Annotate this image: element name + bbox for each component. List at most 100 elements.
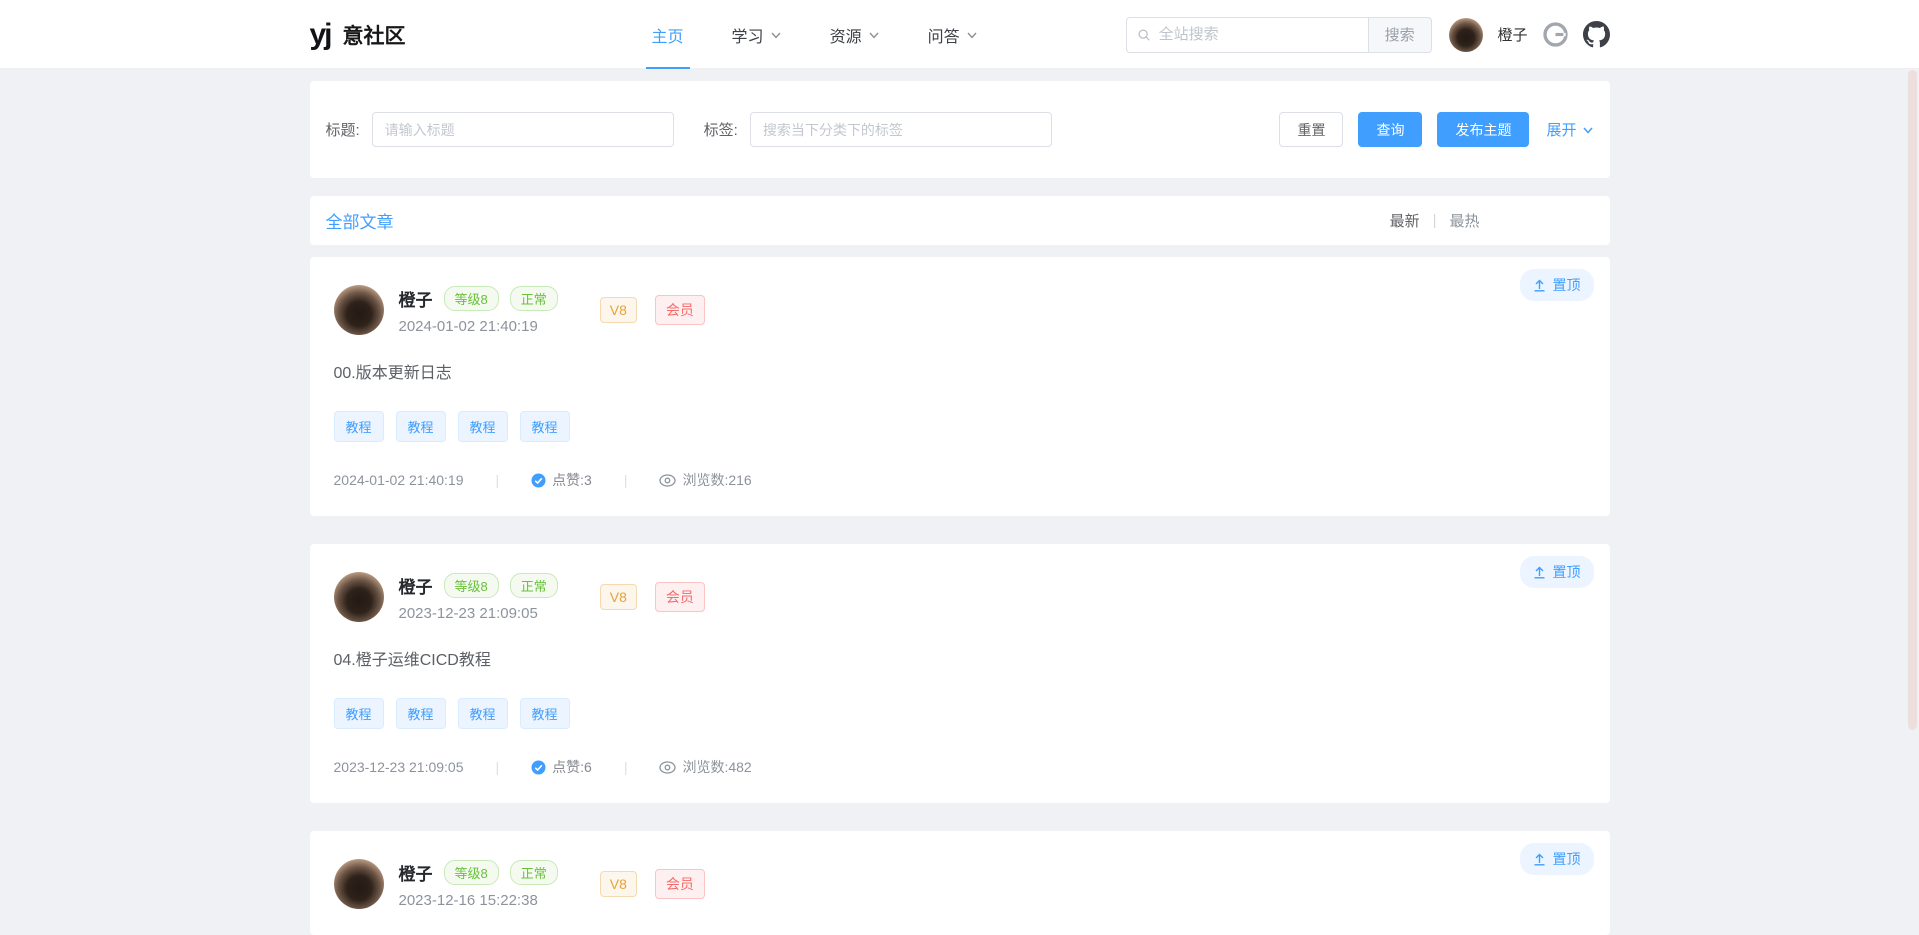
nav-item-qa[interactable]: 问答	[928, 0, 978, 69]
author-info: 橙子 等级8 正常 2023-12-23 21:09:05	[399, 573, 558, 622]
tag[interactable]: 教程	[458, 411, 508, 442]
author-avatar[interactable]	[334, 572, 384, 622]
status-badge: 正常	[510, 573, 558, 598]
sort-newest[interactable]: 最新	[1390, 210, 1420, 231]
pin-button[interactable]: 置顶	[1520, 556, 1594, 588]
pin-label: 置顶	[1553, 275, 1581, 295]
author-row: 橙子 等级8 正常 2023-12-23 21:09:05 V8 会员	[334, 572, 1586, 622]
article-card: 置顶 橙子 等级8 正常 2023-12-23 21:09:05 V8 会员 0…	[310, 544, 1610, 803]
author-name[interactable]: 橙子	[399, 286, 433, 311]
vip-badge: V8	[600, 584, 637, 610]
nav-item-learn[interactable]: 学习	[732, 0, 782, 69]
article-list-header: 全部文章 最新 | 最热	[310, 196, 1610, 245]
tag[interactable]: 教程	[334, 698, 384, 729]
meta-divider: |	[624, 759, 628, 775]
tag[interactable]: 教程	[396, 698, 446, 729]
reset-button[interactable]: 重置	[1279, 112, 1343, 147]
article-card: 置顶 橙子 等级8 正常 2023-12-16 15:22:38 V8 会员	[310, 831, 1610, 935]
author-name[interactable]: 橙子	[399, 860, 433, 885]
filter-actions: 重置 查询 发布主题 展开	[1279, 112, 1593, 147]
author-name[interactable]: 橙子	[399, 573, 433, 598]
level-badge: 等级8	[444, 286, 499, 311]
tag-filter-label: 标签:	[704, 119, 738, 140]
like-check-icon	[531, 473, 546, 488]
logo-icon: yj	[310, 20, 331, 50]
author-avatar[interactable]	[334, 285, 384, 335]
publish-topic-button[interactable]: 发布主题	[1437, 112, 1529, 147]
article-title[interactable]: 04.橙子运维CICD教程	[334, 646, 1586, 670]
page-scrollbar[interactable]	[1908, 70, 1917, 730]
article-card: 置顶 橙子 等级8 正常 2024-01-02 21:40:19 V8 会员 0…	[310, 257, 1610, 516]
tag[interactable]: 教程	[458, 698, 508, 729]
user-name[interactable]: 橙子	[1497, 24, 1527, 45]
likes-stat: 点赞:6	[531, 757, 592, 777]
post-datetime: 2023-12-16 15:22:38	[399, 892, 558, 909]
top-navigation-bar: yj 意社区 主页 学习 资源 问答	[0, 0, 1919, 69]
sort-controls: 最新 | 最热	[1390, 210, 1480, 231]
title-filter-input[interactable]	[372, 112, 674, 147]
pin-up-icon	[1533, 853, 1546, 866]
author-row: 橙子 等级8 正常 2024-01-02 21:40:19 V8 会员	[334, 285, 1586, 335]
expand-label: 展开	[1546, 119, 1576, 140]
nav-qa-label: 问答	[928, 23, 960, 47]
article-title[interactable]: 00.版本更新日志	[334, 359, 1586, 383]
author-info: 橙子 等级8 正常 2023-12-16 15:22:38	[399, 860, 558, 909]
meta-row: 2024-01-02 21:40:19 | 点赞:3 | 浏览数:216	[334, 470, 1586, 490]
member-badge: 会员	[655, 295, 705, 325]
tag[interactable]: 教程	[334, 411, 384, 442]
pin-button[interactable]: 置顶	[1520, 843, 1594, 875]
github-icon[interactable]	[1583, 21, 1610, 48]
site-logo[interactable]: yj 意社区	[310, 20, 406, 50]
level-badge: 等级8	[444, 573, 499, 598]
tag[interactable]: 教程	[520, 411, 570, 442]
tag-filter-input[interactable]	[750, 112, 1052, 147]
eye-icon	[659, 761, 676, 774]
meta-date: 2023-12-23 21:09:05	[334, 759, 464, 775]
pin-label: 置顶	[1553, 849, 1581, 869]
tag-filter-group: 标签:	[704, 112, 1052, 147]
filter-panel: 标题: 标签: 重置 查询 发布主题 展开	[310, 81, 1610, 178]
tag[interactable]: 教程	[520, 698, 570, 729]
search-button[interactable]: 搜索	[1368, 17, 1432, 53]
author-avatar[interactable]	[334, 859, 384, 909]
tag[interactable]: 教程	[396, 411, 446, 442]
chevron-down-icon	[868, 29, 880, 41]
sort-divider: |	[1433, 212, 1437, 229]
views-stat: 浏览数:482	[659, 757, 751, 777]
eye-icon	[659, 474, 676, 487]
title-filter-label: 标题:	[326, 119, 360, 140]
likes-label: 点赞:6	[552, 757, 592, 777]
global-search: 搜索	[1126, 17, 1432, 53]
user-avatar[interactable]	[1449, 18, 1483, 52]
nav-item-resources[interactable]: 资源	[830, 0, 880, 69]
all-articles-link[interactable]: 全部文章	[326, 208, 394, 233]
author-info: 橙子 等级8 正常 2024-01-02 21:40:19	[399, 286, 558, 335]
views-stat: 浏览数:216	[659, 470, 751, 490]
chevron-down-icon	[770, 29, 782, 41]
nav-item-home[interactable]: 主页	[652, 0, 684, 69]
vip-badge: V8	[600, 297, 637, 323]
chevron-down-icon	[966, 29, 978, 41]
chevron-down-icon	[1582, 124, 1594, 136]
user-area: 橙子	[1449, 18, 1609, 52]
pin-button[interactable]: 置顶	[1520, 269, 1594, 301]
pin-label: 置顶	[1553, 562, 1581, 582]
sort-hottest[interactable]: 最热	[1449, 210, 1479, 231]
pin-up-icon	[1533, 279, 1546, 292]
nav-home-label: 主页	[652, 23, 684, 47]
main-nav: 主页 学习 资源 问答	[652, 0, 978, 69]
tags-row: 教程 教程 教程 教程	[334, 698, 1586, 729]
expand-toggle[interactable]: 展开	[1546, 119, 1593, 140]
post-datetime: 2023-12-23 21:09:05	[399, 605, 558, 622]
meta-divider: |	[624, 472, 628, 488]
gitee-icon[interactable]	[1542, 21, 1569, 48]
views-label: 浏览数:216	[682, 470, 751, 490]
status-badge: 正常	[510, 286, 558, 311]
views-label: 浏览数:482	[682, 757, 751, 777]
search-input[interactable]	[1159, 26, 1358, 43]
meta-date: 2024-01-02 21:40:19	[334, 472, 464, 488]
member-badge: 会员	[655, 869, 705, 899]
query-button[interactable]: 查询	[1358, 112, 1422, 147]
nav-learn-label: 学习	[732, 23, 764, 47]
member-badge: 会员	[655, 582, 705, 612]
